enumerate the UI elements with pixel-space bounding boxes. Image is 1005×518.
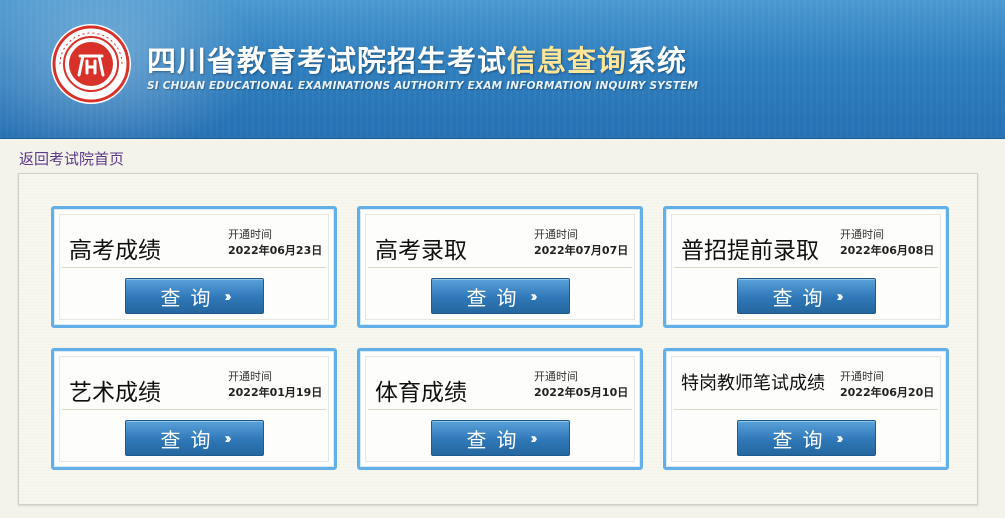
query-card-gaokao-score: 高考成绩 开通时间 2022年06月23日 查询 ››: [51, 206, 337, 328]
open-time-date: 2022年06月23日: [228, 244, 323, 257]
query-button[interactable]: 查询 ››: [125, 420, 264, 456]
open-time-date: 2022年01月19日: [228, 386, 323, 399]
open-time-label: 开通时间: [840, 228, 884, 241]
card-divider: [368, 409, 632, 410]
open-time-label: 开通时间: [534, 370, 578, 383]
query-button[interactable]: 查询 ››: [125, 278, 264, 314]
open-time-date: 2022年07月07日: [534, 244, 629, 257]
double-chevron-right-icon: ››: [836, 287, 844, 305]
double-chevron-right-icon: ››: [530, 287, 538, 305]
site-title-suffix: 系统: [627, 44, 688, 78]
query-button-label: 查询: [772, 427, 833, 452]
query-card-early-admission: 普招提前录取 开通时间 2022年06月08日 查询 ››: [663, 206, 949, 328]
card-title: 普招提前录取: [681, 238, 819, 264]
query-button-label: 查询: [466, 427, 527, 452]
card-title: 体育成绩: [375, 380, 467, 406]
query-panel: 高考成绩 开通时间 2022年06月23日 查询 ›› 高考录取 开通时间 20…: [18, 173, 978, 505]
query-button-label: 查询: [466, 285, 527, 310]
double-chevron-right-icon: ››: [836, 429, 844, 447]
query-card-art-score: 艺术成绩 开通时间 2022年01月19日 查询 ››: [51, 348, 337, 470]
query-card-sports-score: 体育成绩 开通时间 2022年05月10日 查询 ››: [357, 348, 643, 470]
card-title: 高考成绩: [69, 238, 161, 264]
card-title: 特岗教师笔试成绩: [681, 373, 825, 394]
open-time-label: 开通时间: [228, 370, 272, 383]
site-title-prefix: 四川省教育考试院招生考试: [147, 44, 508, 78]
open-time-label: 开通时间: [534, 228, 578, 241]
card-divider: [368, 267, 632, 268]
double-chevron-right-icon: ››: [530, 429, 538, 447]
query-button-label: 查询: [772, 285, 833, 310]
open-time-date: 2022年06月08日: [840, 244, 935, 257]
card-divider: [62, 267, 326, 268]
site-title: 四川省教育考试院招生考试信息查询系统: [147, 38, 687, 80]
query-button-label: 查询: [160, 285, 221, 310]
query-button[interactable]: 查询 ››: [431, 278, 570, 314]
query-button[interactable]: 查询 ››: [737, 278, 876, 314]
open-time-label: 开通时间: [840, 370, 884, 383]
exam-authority-logo-icon: [51, 24, 131, 104]
site-header: 四川省教育考试院招生考试信息查询系统 SI CHUAN EDUCATIONAL …: [0, 0, 1005, 139]
open-time-date: 2022年05月10日: [534, 386, 629, 399]
card-divider: [674, 267, 938, 268]
double-chevron-right-icon: ››: [224, 429, 232, 447]
site-title-highlight: 信息查询: [507, 44, 628, 78]
site-subtitle: SI CHUAN EDUCATIONAL EXAMINATIONS AUTHOR…: [147, 80, 699, 92]
double-chevron-right-icon: ››: [224, 287, 232, 305]
open-time-label: 开通时间: [228, 228, 272, 241]
query-button[interactable]: 查询 ››: [737, 420, 876, 456]
query-button[interactable]: 查询 ››: [431, 420, 570, 456]
card-divider: [674, 409, 938, 410]
card-divider: [62, 409, 326, 410]
card-title: 艺术成绩: [69, 380, 161, 406]
card-title: 高考录取: [375, 238, 467, 264]
query-card-gaokao-admission: 高考录取 开通时间 2022年07月07日 查询 ››: [357, 206, 643, 328]
query-card-teacher-exam-score: 特岗教师笔试成绩 开通时间 2022年06月20日 查询 ››: [663, 348, 949, 470]
open-time-date: 2022年06月20日: [840, 386, 935, 399]
query-button-label: 查询: [160, 427, 221, 452]
back-to-home-link[interactable]: 返回考试院首页: [19, 148, 124, 169]
